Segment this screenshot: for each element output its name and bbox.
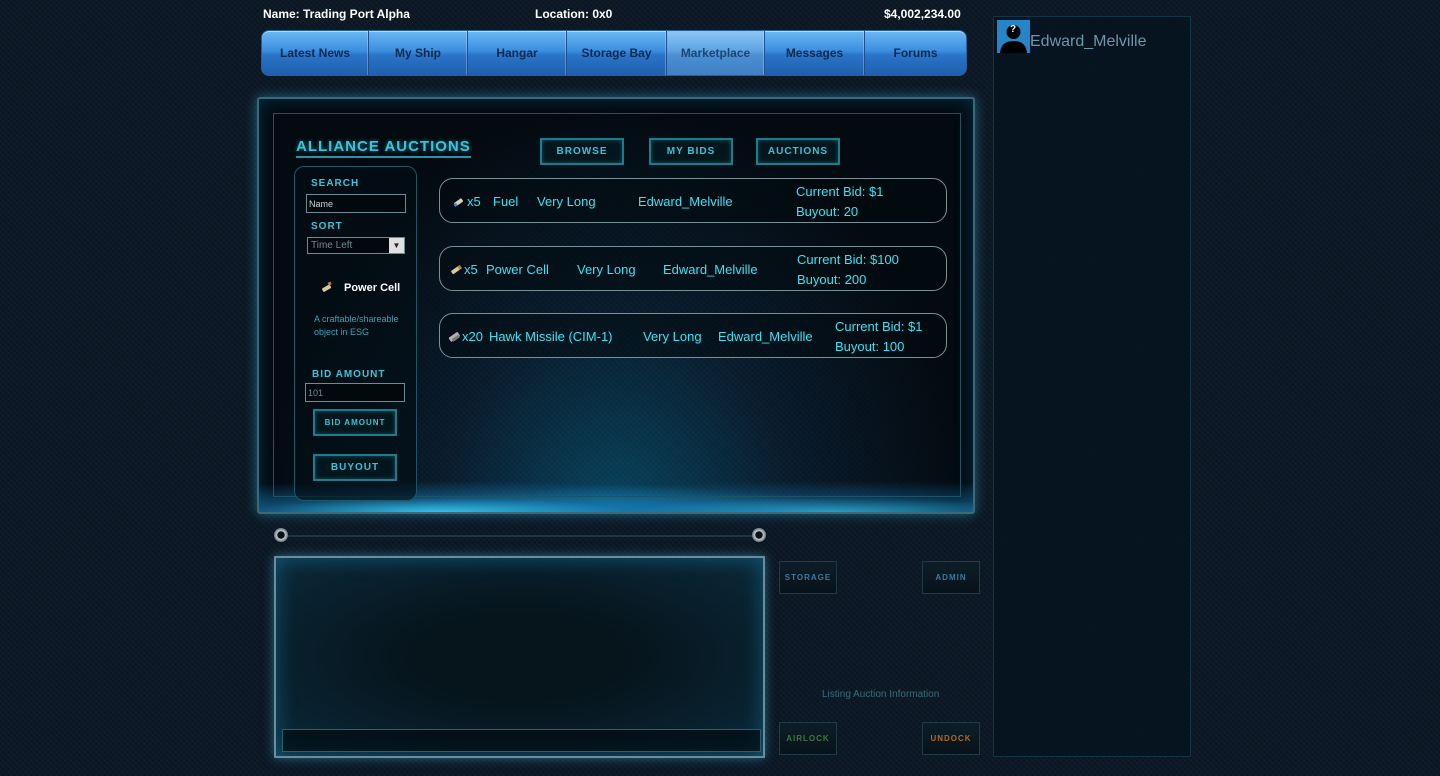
nav-marketplace[interactable]: Marketplace [667, 31, 765, 75]
chat-window [274, 556, 765, 758]
nav-storage-bay[interactable]: Storage Bay [567, 31, 667, 75]
sort-selected-value: Time Left [311, 240, 353, 251]
listing-auction-info: Listing Auction Information [822, 689, 940, 700]
search-input[interactable] [306, 194, 406, 213]
row-current-bid: Current Bid: $100 [797, 252, 899, 267]
row-seller: Edward_Melville [663, 262, 758, 277]
row-item-name: Hawk Missile (CIM-1) [489, 329, 613, 344]
my-bids-button[interactable]: My Bids [649, 138, 733, 165]
selected-item-name: Power Cell [344, 282, 401, 294]
row-time-left: Very Long [537, 194, 596, 209]
row-current-bid: Current Bid: $1 [835, 319, 923, 334]
bid-amount-label: Bid Amount [312, 369, 386, 380]
undock-pad-button[interactable]: Undock [922, 722, 980, 755]
slider-track [277, 535, 765, 537]
slider-knob-left[interactable] [274, 528, 288, 542]
airlock-pad-button[interactable]: Airlock [779, 722, 837, 755]
user-panel: ? Edward_Melville [993, 16, 1191, 757]
storage-pad-button[interactable]: Storage [779, 561, 837, 594]
nav-my-ship[interactable]: My Ship [369, 31, 468, 75]
admin-pad-button[interactable]: Admin [922, 561, 980, 594]
auctions-button[interactable]: Auctions [756, 138, 840, 165]
slider-knob-right[interactable] [752, 528, 766, 542]
auction-sidebar: Search Sort Time Left ▼ Power Cell A cra… [294, 166, 417, 501]
row-quantity: x5 [467, 194, 481, 209]
row-seller: Edward_Melville [718, 329, 813, 344]
station-location: Location: 0x0 [535, 7, 613, 21]
row-time-left: Very Long [577, 262, 636, 277]
missile-icon [448, 332, 460, 342]
power-cell-icon [322, 281, 332, 292]
row-buyout: Buyout: 20 [796, 204, 859, 219]
row-quantity: x5 [464, 262, 478, 277]
unknown-user-icon[interactable]: ? [997, 20, 1030, 53]
row-buyout: Buyout: 200 [797, 272, 867, 287]
chevron-down-icon[interactable]: ▼ [389, 238, 404, 253]
chat-input[interactable] [282, 729, 761, 752]
browse-button[interactable]: Browse [540, 138, 624, 165]
auction-inner-frame: Alliance Auctions Browse My Bids Auction… [273, 113, 961, 501]
row-current-bid: Current Bid: $1 [796, 184, 884, 199]
auction-row-fuel[interactable]: x5 Fuel Very Long Edward_Melville Curren… [439, 178, 947, 223]
power-cell-icon [451, 264, 463, 275]
nav-hangar[interactable]: Hangar [468, 31, 567, 75]
station-name: Name: Trading Port Alpha [263, 7, 410, 21]
row-buyout: Buyout: 100 [835, 339, 905, 354]
bid-amount-button[interactable]: Bid Amount [313, 409, 397, 436]
nav-latest-news[interactable]: Latest News [262, 31, 369, 75]
nav-forums[interactable]: Forums [865, 31, 966, 75]
auction-row-hawk-missile[interactable]: x20 Hawk Missile (CIM-1) Very Long Edwar… [439, 313, 947, 358]
fuel-icon [453, 198, 464, 208]
avatar-question-mark: ? [1010, 24, 1017, 35]
row-time-left: Very Long [643, 329, 702, 344]
search-label: Search [311, 178, 360, 189]
credits-balance: $4,002,234.00 [884, 7, 961, 21]
auction-title: Alliance Auctions [296, 138, 471, 158]
sort-label: Sort [311, 221, 343, 232]
sort-select[interactable]: Time Left ▼ [307, 237, 405, 254]
row-seller: Edward_Melville [638, 194, 733, 209]
row-item-name: Power Cell [486, 262, 549, 277]
auction-row-power-cell[interactable]: x5 Power Cell Very Long Edward_Melville … [439, 246, 947, 291]
row-quantity: x20 [462, 329, 483, 344]
bid-amount-input[interactable] [305, 383, 405, 402]
user-name[interactable]: Edward_Melville [1030, 33, 1147, 51]
auction-panel: Alliance Auctions Browse My Bids Auction… [257, 97, 975, 514]
nav-messages[interactable]: Messages [765, 31, 865, 75]
buyout-button[interactable]: Buyout [313, 454, 397, 481]
selected-item-description: A craftable/shareable object in ESG [314, 314, 399, 337]
main-nav: Latest News My Ship Hangar Storage Bay M… [261, 30, 967, 76]
row-item-name: Fuel [493, 194, 519, 209]
